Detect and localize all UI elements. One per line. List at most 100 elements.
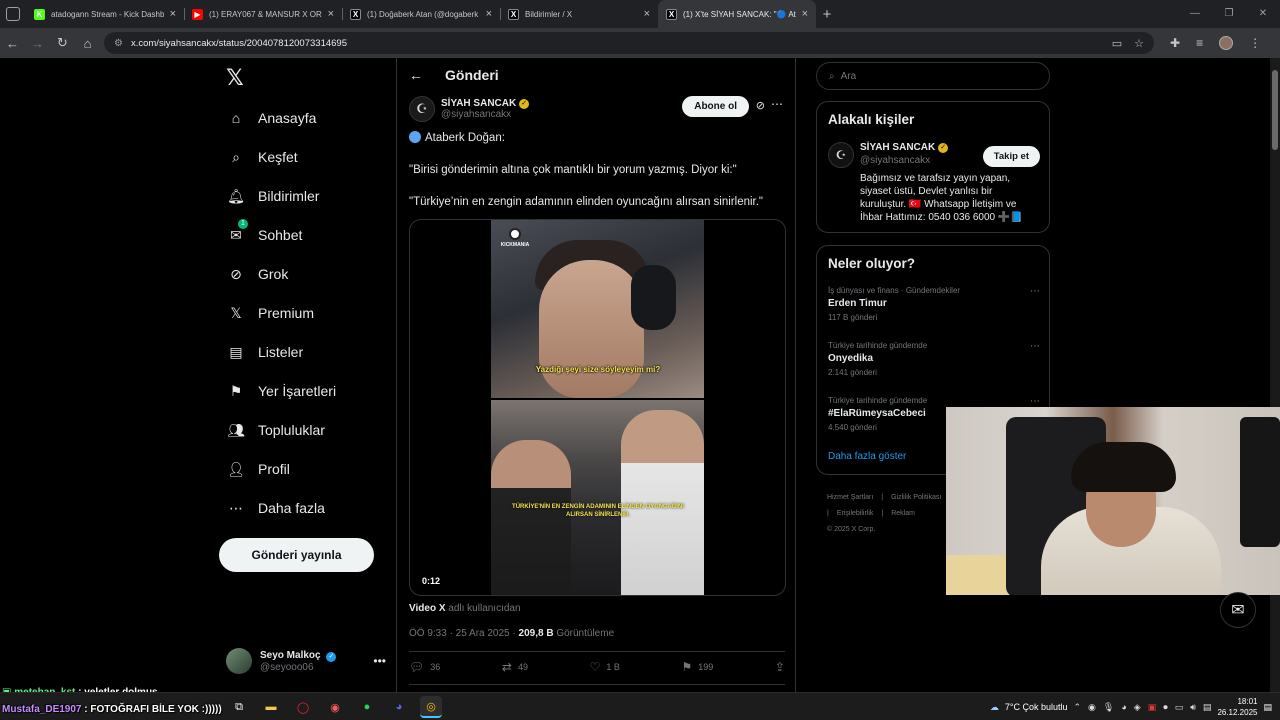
volume-icon[interactable]: 🔊︎ [1190, 702, 1196, 713]
new-tab-button[interactable]: + [816, 0, 838, 28]
author-avatar[interactable]: ☪ [409, 96, 435, 122]
page-scrollbar[interactable] [1270, 58, 1280, 692]
chrome-icon[interactable]: ◎ [420, 696, 442, 718]
account-switcher[interactable]: Seyo Malkoç ✓ @seyooo06 ••• [226, 648, 386, 674]
bookmark-button[interactable]: ⚑ 199 [681, 660, 713, 674]
app-icon[interactable]: ◉ [324, 696, 346, 718]
nav-item-home[interactable]: ⌂ Anasayfa [226, 104, 317, 132]
nav-item-profile[interactable]: 👤︎ Profil [226, 455, 290, 483]
monitor-icon[interactable]: ▭ [1175, 702, 1184, 713]
tab-close-icon[interactable]: × [802, 8, 808, 20]
follow-button[interactable]: Takip et [982, 146, 1040, 167]
post-button[interactable]: Gönderi yayınla [219, 538, 374, 572]
browser-tab[interactable]: X Bildirimler / X × [500, 0, 659, 28]
clock-date: 26.12.2025 [1217, 708, 1258, 717]
opera-icon[interactable]: ◯ [292, 696, 314, 718]
browser-tab[interactable]: Katadogann Stream - Kick Dashboard × [26, 0, 185, 28]
nav-item-bookmark[interactable]: ⚑ Yer İşaretleri [226, 377, 336, 405]
close-window-button[interactable]: ✕ [1246, 0, 1280, 28]
tab-favicon-icon: K [34, 8, 45, 20]
like-button[interactable]: ♡ 1 B [590, 660, 620, 674]
tab-search-button[interactable] [0, 0, 26, 28]
tray-app-icon[interactable]: ◉ [1088, 702, 1096, 713]
maximize-button[interactable]: ❐ [1212, 0, 1246, 28]
profile-avatar[interactable] [1219, 36, 1234, 50]
reading-list-icon[interactable]: ≡ [1196, 36, 1203, 50]
clock[interactable]: 18:01 26.12.2025 [1217, 696, 1257, 718]
tray-app-icon[interactable]: ◈ [1134, 702, 1141, 713]
search-icon: ⌕ [829, 70, 835, 82]
address-bar[interactable]: ⚙ x.com/siyahsancakx/status/200407812007… [104, 32, 1154, 54]
avatar[interactable]: ☪ [828, 142, 854, 168]
extensions-icon[interactable]: ✚ [1170, 36, 1180, 50]
minimize-button[interactable]: — [1178, 0, 1212, 28]
nav-item-list[interactable]: ▤ Listeler [226, 338, 303, 366]
video-player[interactable]: KICKMANIA Yazdığı şeyi size söyleyeyim m… [409, 219, 786, 596]
more-icon[interactable]: ••• [373, 654, 386, 668]
tab-close-icon[interactable]: × [170, 8, 176, 20]
file-explorer-icon[interactable]: ▬ [260, 696, 282, 718]
messages-fab-icon[interactable]: ✉ [1220, 592, 1256, 628]
task-view-icon[interactable]: ⧉ [228, 696, 250, 718]
search-input[interactable]: ⌕ Ara [816, 62, 1050, 90]
scrollbar-thumb[interactable] [1272, 70, 1278, 150]
author-name[interactable]: SİYAH SANCAK ✓ [441, 98, 530, 109]
more-icon[interactable]: ⋯ [1030, 396, 1040, 407]
grok-icon[interactable]: ⊘ [756, 99, 765, 112]
footer-link[interactable]: Hizmet Şartları [827, 494, 873, 501]
menu-kebab-icon[interactable]: ⋮ [1249, 36, 1261, 50]
person-name[interactable]: SİYAH SANCAK ✓ [860, 142, 949, 153]
more-icon[interactable]: ⋯ [771, 97, 783, 111]
forward-icon[interactable]: → [25, 36, 50, 51]
microphone-icon[interactable]: 🎙︎ [1103, 702, 1114, 713]
browser-tab[interactable]: ▶ (1) ERAY067 & MANSUR X ORG × [184, 0, 343, 28]
back-arrow-icon[interactable]: ← [409, 67, 433, 83]
tray-app-icon[interactable]: ▣ [1148, 702, 1157, 713]
install-app-icon[interactable]: ▭ [1112, 37, 1122, 50]
trend-item[interactable]: İş dünyası ve finans · Gündemdekiler Erde… [828, 286, 1040, 322]
tweet-time[interactable]: ÖÖ 9:33 · 25 Ara 2025 · [409, 628, 519, 639]
nav-item-communities[interactable]: 👥︎ Topluluklar [226, 416, 325, 444]
source-link[interactable]: Video X [409, 603, 446, 614]
verified-badge-icon: ✓ [519, 98, 530, 109]
nav-item-grok[interactable]: ⊘ Grok [226, 260, 288, 288]
weather-text[interactable]: 7°C Çok bulutlu [1005, 702, 1068, 712]
show-more-link[interactable]: Daha fazla göster [828, 451, 906, 462]
network-icon[interactable]: ▤ [1203, 702, 1212, 713]
nav-item-mail[interactable]: ✉ 1 Sohbet [226, 219, 302, 249]
trend-item[interactable]: Türkiye tarihinde gündemde Onyedika 2.141 … [828, 341, 1040, 377]
home-button-icon[interactable]: ⌂ [75, 36, 100, 51]
nav-item-search[interactable]: ⌕ Keşfet [226, 143, 298, 171]
more-icon[interactable]: ⋯ [1030, 286, 1040, 297]
tray-chevron-icon[interactable]: ⌃ [1074, 702, 1082, 713]
bookmark-star-icon[interactable]: ☆ [1134, 37, 1144, 50]
tab-close-icon[interactable]: × [486, 8, 492, 20]
subscribe-button[interactable]: Abone ol [682, 96, 749, 117]
discord-tray-icon[interactable]: ◕ [1121, 702, 1126, 713]
back-icon[interactable]: ← [0, 36, 25, 51]
nav-item-more-circle[interactable]: ⋯ Daha fazla [226, 494, 325, 522]
nav-item-x-premium[interactable]: 𝕏 Premium [226, 299, 314, 327]
author-handle[interactable]: @siyahsancakx [441, 109, 529, 120]
reply-button[interactable]: 💬︎ 36 [409, 660, 440, 674]
x-logo-icon[interactable]: 𝕏 [226, 66, 244, 91]
footer-link[interactable]: Gizlilik Politikası [891, 494, 941, 501]
tab-close-icon[interactable]: × [644, 8, 650, 20]
footer-link[interactable]: Reklam [891, 510, 915, 517]
footer-link[interactable]: Erişilebilirlik [837, 510, 874, 517]
browser-tab[interactable]: X (1) X'te SİYAH SANCAK: "🔵 At × [658, 0, 816, 28]
record-icon[interactable]: ⏺ [1163, 702, 1168, 713]
browser-tab[interactable]: X (1) Doğaberk Atan (@dogaberk × [342, 0, 501, 28]
spotify-icon[interactable]: ● [356, 696, 378, 718]
tab-favicon-icon: ▶ [192, 8, 203, 20]
tab-favicon-icon: X [508, 8, 519, 20]
notifications-icon[interactable]: ▤ [1263, 702, 1272, 713]
more-icon[interactable]: ⋯ [1030, 341, 1040, 352]
share-button[interactable]: ⇪ [775, 660, 785, 674]
reload-icon[interactable]: ↻ [50, 35, 75, 51]
nav-item-bell[interactable]: 🔔︎ Bildirimler [226, 182, 319, 210]
discord-icon[interactable]: ◕ [388, 696, 410, 718]
tab-close-icon[interactable]: × [328, 8, 334, 20]
site-info-icon[interactable]: ⚙ [114, 38, 123, 49]
repost-button[interactable]: ⇄ 49 [502, 660, 528, 674]
